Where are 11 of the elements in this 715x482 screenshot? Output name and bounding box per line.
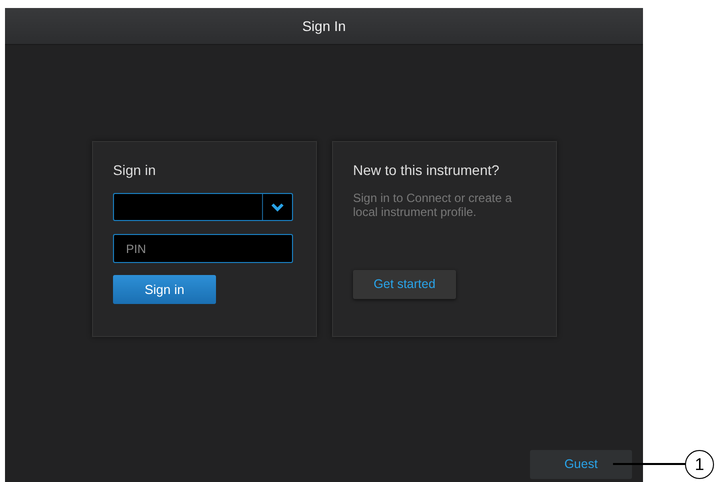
caret-icon <box>271 202 284 212</box>
guest-button[interactable]: Guest <box>530 450 632 479</box>
screen-title: Sign In <box>302 16 346 36</box>
card-title: Sign in <box>113 161 157 180</box>
card-title: New to this instrument? <box>353 161 500 180</box>
card-description: Sign in to Connect or create a local instrument profile. <box>353 191 513 220</box>
account-dropdown[interactable] <box>113 193 293 221</box>
callout-number: 1 <box>685 450 714 479</box>
get-started-button[interactable]: Get started <box>353 270 456 299</box>
pin-field[interactable]: PIN <box>113 234 293 263</box>
sign-in-button[interactable]: Sign in <box>113 275 216 304</box>
